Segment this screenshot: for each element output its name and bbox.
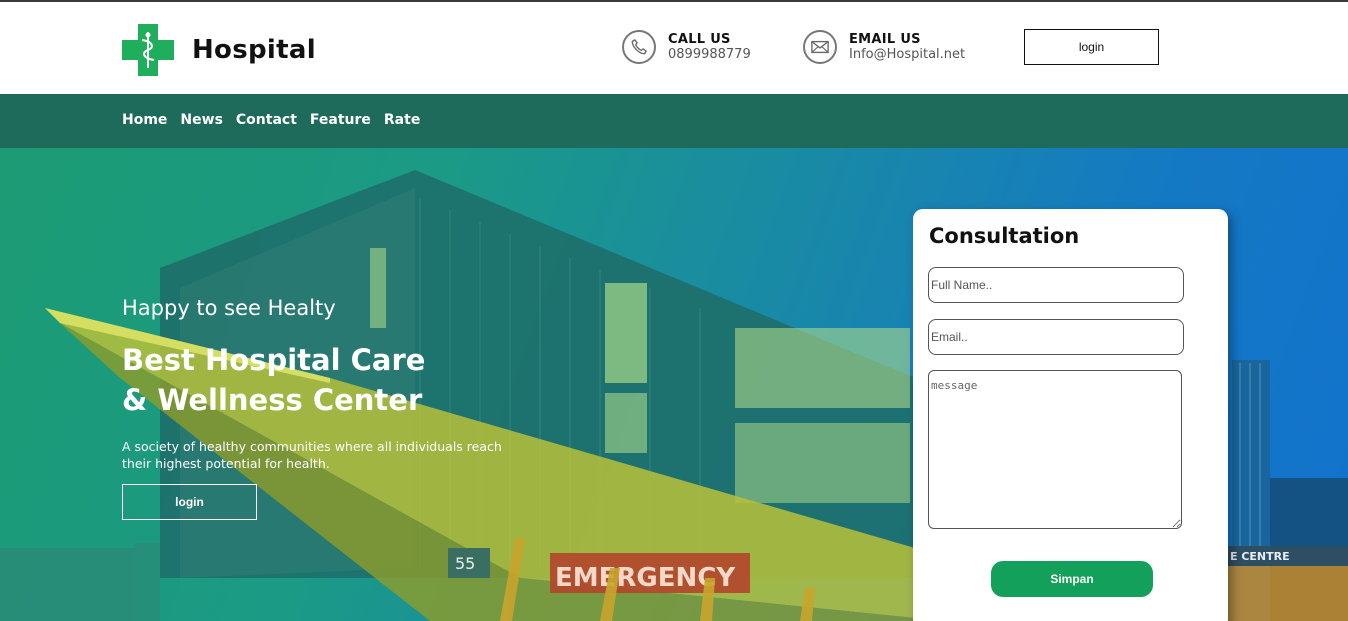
full-name-input[interactable] — [928, 267, 1184, 303]
email-address: Info@Hospital.net — [849, 47, 966, 62]
nav-contact[interactable]: Contact — [236, 112, 297, 128]
call-label: CALL US — [668, 32, 731, 47]
medical-cross-icon — [122, 24, 174, 76]
site-header: Hospital CALL US 0899988779 EMAIL US Inf… — [0, 2, 1348, 94]
phone-icon — [622, 30, 656, 64]
hero-login-button[interactable]: login — [122, 484, 257, 520]
mail-icon — [803, 30, 837, 64]
hero-subtitle: Happy to see Healty — [122, 296, 336, 320]
nav-news[interactable]: News — [180, 112, 222, 128]
logo[interactable]: Hospital — [122, 24, 316, 76]
submit-button[interactable]: Simpan — [991, 561, 1153, 597]
call-us[interactable]: CALL US 0899988779 — [622, 30, 751, 64]
building-number: 55 — [455, 554, 475, 573]
hero-title-line2: & Wellness Center — [122, 383, 423, 417]
main-nav: Home News Contact Feature Rate — [0, 94, 1348, 148]
hero-text-block: Happy to see Healty Best Hospital Care &… — [122, 296, 532, 520]
header-login-button[interactable]: login — [1024, 29, 1159, 65]
hero-section: EMERGENCY 55 E CENTRE Happy to see Healt… — [0, 148, 1348, 621]
brand-name: Hospital — [192, 35, 316, 65]
email-us[interactable]: EMAIL US Info@Hospital.net — [803, 30, 965, 64]
consultation-title: Consultation — [929, 224, 1080, 248]
nav-rate[interactable]: Rate — [384, 112, 420, 128]
nav-home[interactable]: Home — [122, 112, 167, 128]
hero-title-line1: Best Hospital Care — [122, 343, 426, 377]
email-input[interactable] — [928, 319, 1184, 355]
hero-description: A society of healthy communities where a… — [122, 439, 502, 471]
hero-title: Best Hospital Care & Wellness Center — [122, 340, 532, 420]
email-label: EMAIL US — [849, 32, 921, 47]
centre-sign: E CENTRE — [1230, 550, 1290, 563]
message-textarea[interactable] — [928, 370, 1182, 529]
call-number: 0899988779 — [668, 47, 751, 62]
consultation-form: Consultation Simpan — [913, 209, 1228, 621]
nav-feature[interactable]: Feature — [310, 112, 371, 128]
